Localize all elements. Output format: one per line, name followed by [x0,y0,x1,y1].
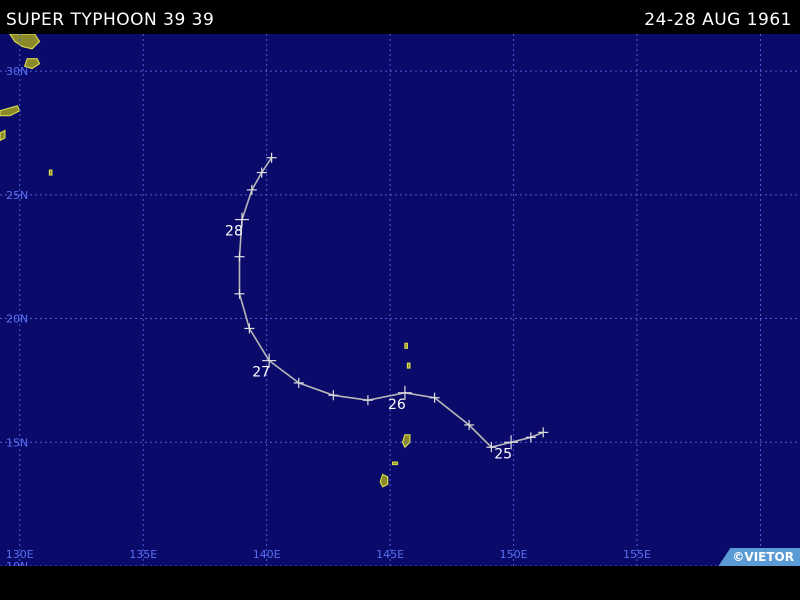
day-label: 25 [494,446,512,462]
storm-title: SUPER TYPHOON 39 39 [6,10,215,30]
land-daito-island [48,169,53,176]
latitude-label: 25N [6,189,28,202]
day-label: 26 [388,397,406,413]
header-bar: SUPER TYPHOON 39 39 24-28 AUG 1961 [0,0,800,34]
latitude-label: 15N [6,436,28,449]
longitude-label: 155E [623,548,651,561]
day-label: 27 [252,365,270,381]
land-pagan [406,362,411,369]
latitude-label: 20N [6,313,28,326]
credit-badge: ©VIETOR [718,548,800,566]
footer-bar [0,566,800,600]
day-label: 28 [225,224,243,240]
land-agrihan [404,342,408,349]
longitude-label: 135E [129,548,157,561]
date-range: 24-28 AUG 1961 [644,10,792,30]
longitude-label: 150E [500,548,528,561]
land-okinawa-north [0,129,6,142]
longitude-label: 140E [253,548,281,561]
ocean-background [0,34,800,566]
track-map: 130E135E140E145E150E155E160E10N15N20N25N… [0,34,800,566]
longitude-label: 145E [376,548,404,561]
land-rota [392,461,399,466]
latitude-label: 30N [6,65,28,78]
